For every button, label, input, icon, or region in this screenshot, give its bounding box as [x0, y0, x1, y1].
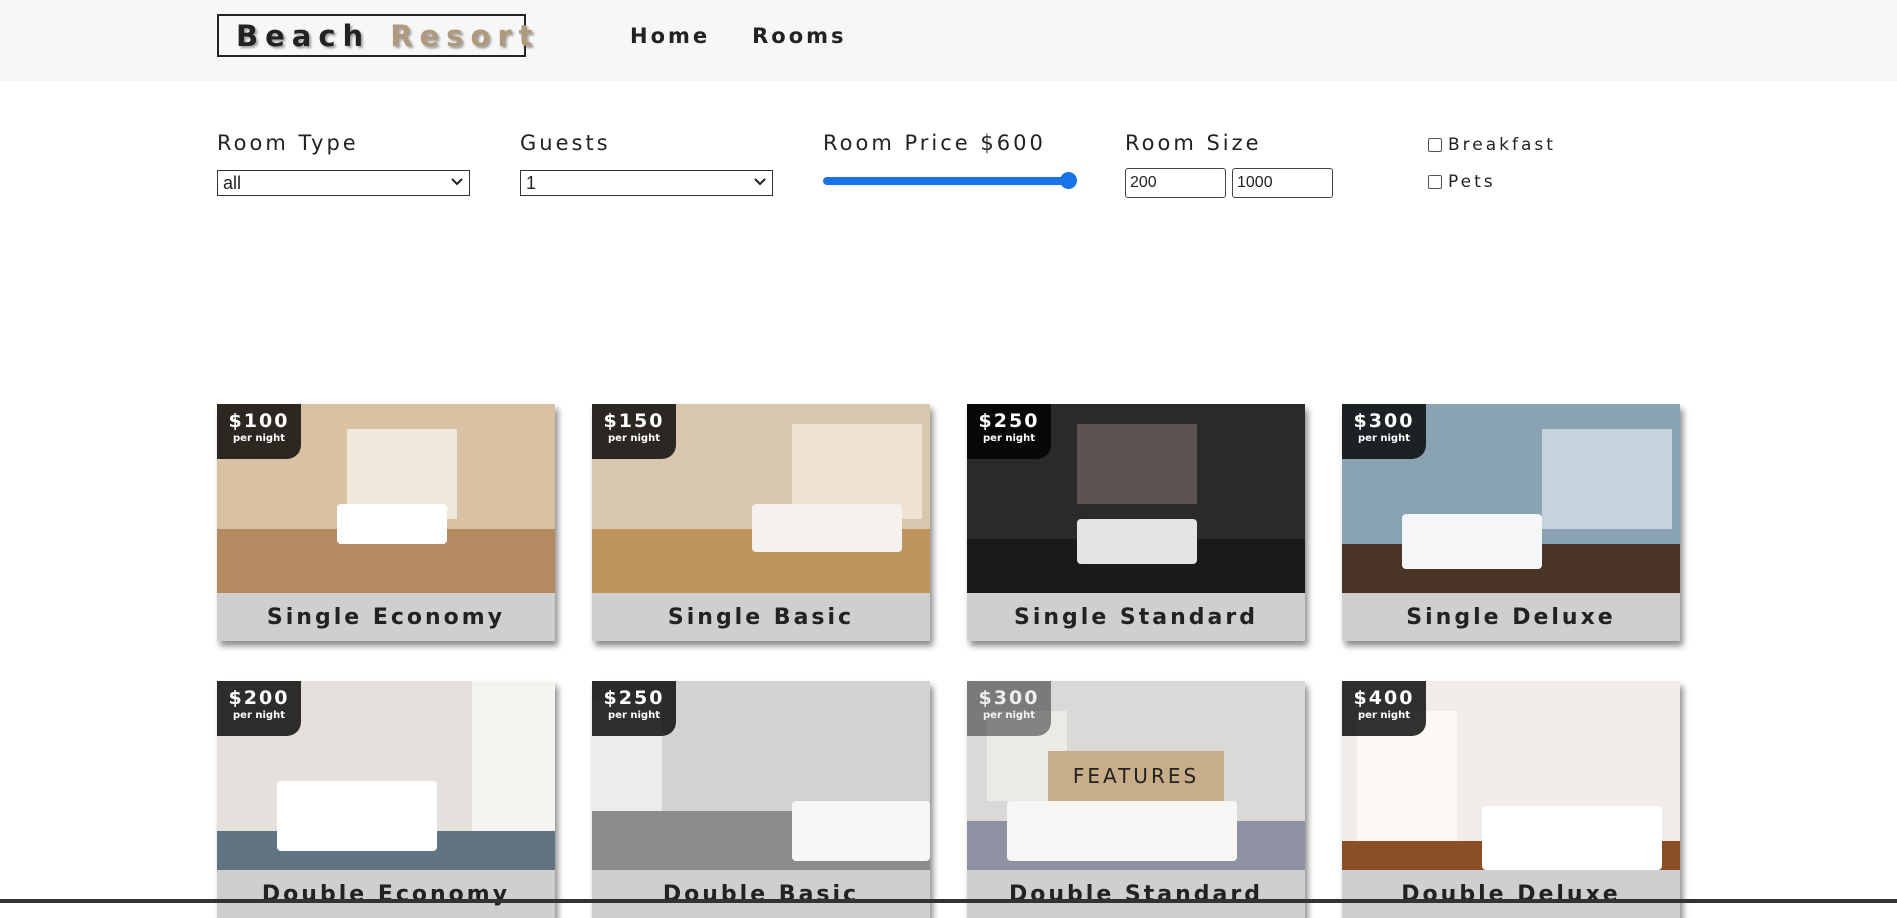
room-photo[interactable]: $250 per night — [967, 404, 1305, 593]
price-badge: $250 per night — [967, 404, 1051, 459]
guests-filter: Guests 1 — [520, 131, 773, 196]
room-name: Single Economy — [266, 604, 506, 630]
room-type-filter: Room Type all — [217, 131, 470, 196]
bed — [1402, 514, 1542, 569]
pets-checkbox[interactable] — [1428, 175, 1442, 189]
room-photo[interactable]: $200 per night — [217, 681, 555, 870]
bed — [337, 504, 447, 544]
room-card-single-deluxe[interactable]: $300 per night Single Deluxe — [1342, 404, 1680, 641]
room-card-double-basic[interactable]: $250 per night Double Basic — [592, 681, 930, 918]
price-amount: $400 — [1353, 687, 1415, 709]
price-per-night: per night — [983, 433, 1035, 444]
bed — [792, 801, 930, 861]
guests-label: Guests — [520, 131, 611, 155]
chevron-down-icon — [754, 178, 766, 186]
nav-link-rooms[interactable]: Rooms — [752, 24, 846, 48]
guests-value: 1 — [526, 172, 537, 193]
size-min-input[interactable]: 200 — [1125, 168, 1226, 198]
breakfast-option[interactable]: Breakfast — [1428, 135, 1556, 155]
price-slider-track[interactable] — [823, 177, 1068, 185]
room-name: Single Basic — [667, 604, 855, 630]
window — [1077, 424, 1197, 504]
price-badge: $300 per night — [967, 681, 1051, 736]
navbar: Beach Resort Home Rooms — [0, 0, 1897, 81]
price-slider-thumb[interactable] — [1060, 172, 1077, 189]
price-per-night: per night — [233, 433, 285, 444]
size-max-input[interactable]: 1000 — [1232, 168, 1333, 198]
pets-option[interactable]: Pets — [1428, 172, 1496, 192]
bed — [1482, 806, 1662, 870]
pets-label: Pets — [1448, 172, 1496, 192]
room-card-double-deluxe[interactable]: $400 per night Double Deluxe — [1342, 681, 1680, 918]
size-label: Room Size — [1125, 131, 1262, 155]
room-card-single-basic[interactable]: $150 per night Single Basic — [592, 404, 930, 641]
price-badge: $300 per night — [1342, 404, 1426, 459]
room-name: Double Basic — [662, 881, 860, 907]
room-type-label: Room Type — [217, 131, 359, 155]
room-photo[interactable]: $300 per night FEATURES — [967, 681, 1305, 870]
room-type-select[interactable]: all — [217, 170, 470, 196]
price-amount: $250 — [603, 687, 665, 709]
room-card-single-economy[interactable]: $100 per night Single Economy — [217, 404, 555, 641]
chevron-down-icon — [451, 178, 463, 186]
guests-select[interactable]: 1 — [520, 170, 773, 196]
room-card-single-standard[interactable]: $250 per night Single Standard — [967, 404, 1305, 641]
room-photo[interactable]: $150 per night — [592, 404, 930, 593]
bed — [1077, 519, 1197, 564]
breakfast-checkbox[interactable] — [1428, 138, 1442, 152]
nav-link-home[interactable]: Home — [630, 24, 710, 48]
price-amount: $100 — [228, 410, 290, 432]
price-amount: $150 — [603, 410, 665, 432]
room-name: Double Standard — [1009, 881, 1263, 907]
price-badge: $250 per night — [592, 681, 676, 736]
nav-links: Home Rooms — [630, 24, 847, 48]
bed — [277, 781, 437, 851]
room-card-double-economy[interactable]: $200 per night Double Economy — [217, 681, 555, 918]
price-amount: $300 — [1353, 410, 1415, 432]
size-filter: Room Size 200 1000 — [1125, 131, 1333, 198]
price-per-night: per night — [1358, 710, 1410, 721]
price-per-night: per night — [233, 710, 285, 721]
logo-word-resort: Resort — [390, 18, 540, 53]
price-label: Room Price $600 — [823, 131, 1046, 155]
room-name: Double Economy — [261, 881, 511, 907]
price-per-night: per night — [983, 710, 1035, 721]
logo[interactable]: Beach Resort — [217, 14, 533, 57]
room-type-value: all — [223, 172, 242, 193]
price-badge: $150 per night — [592, 404, 676, 459]
room-photo[interactable]: $100 per night — [217, 404, 555, 593]
price-slider[interactable] — [823, 172, 1077, 189]
room-name: Double Deluxe — [1401, 881, 1621, 907]
breakfast-label: Breakfast — [1448, 135, 1556, 155]
price-amount: $200 — [228, 687, 290, 709]
price-badge: $400 per night — [1342, 681, 1426, 736]
price-badge: $200 per night — [217, 681, 301, 736]
room-card-double-standard[interactable]: $300 per night FEATURES Double Standard — [967, 681, 1305, 918]
price-amount: $250 — [978, 410, 1040, 432]
price-per-night: per night — [608, 433, 660, 444]
bed — [752, 504, 902, 552]
price-per-night: per night — [608, 710, 660, 721]
room-name: Single Standard — [1014, 604, 1258, 630]
price-filter: Room Price $600 — [823, 131, 1077, 189]
window — [1542, 429, 1672, 529]
room-photo[interactable]: $300 per night — [1342, 404, 1680, 593]
price-badge: $100 per night — [217, 404, 301, 459]
window — [472, 681, 555, 831]
bottom-edge — [0, 899, 1897, 903]
room-photo[interactable]: $250 per night — [592, 681, 930, 870]
room-name: Single Deluxe — [1406, 604, 1616, 630]
price-amount: $300 — [978, 687, 1040, 709]
logo-word-beach: Beach — [236, 18, 371, 53]
room-photo[interactable]: $400 per night — [1342, 681, 1680, 870]
price-per-night: per night — [1358, 433, 1410, 444]
features-button[interactable]: FEATURES — [1048, 751, 1224, 801]
